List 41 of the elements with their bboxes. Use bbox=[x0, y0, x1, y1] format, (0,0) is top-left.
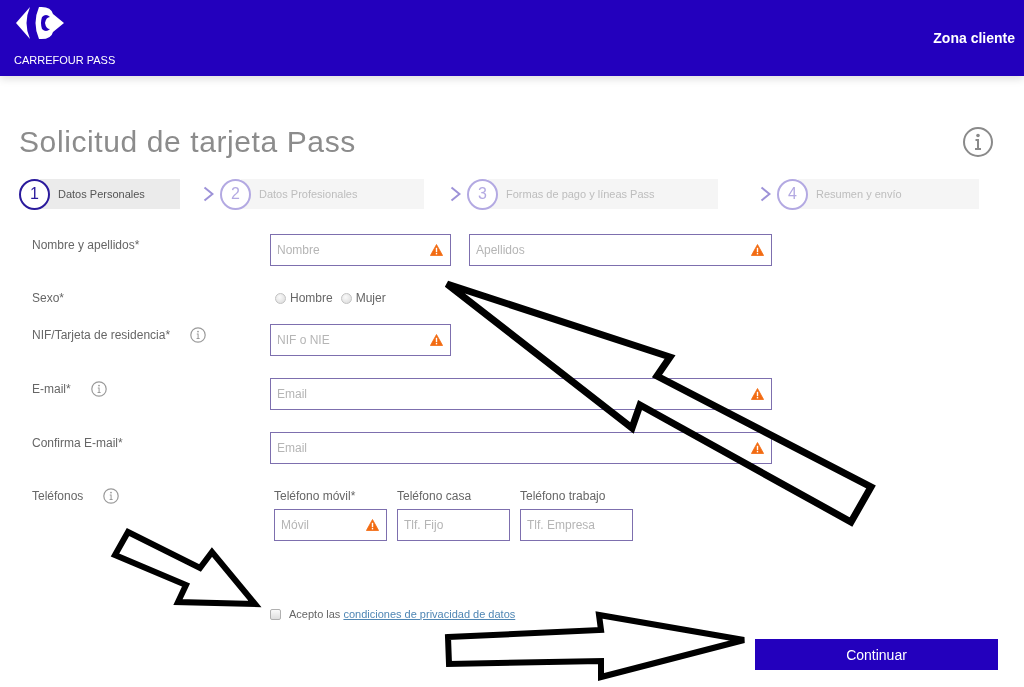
field-label: E-mail* bbox=[32, 381, 71, 397]
page-title: Solicitud de tarjeta Pass bbox=[19, 124, 356, 160]
step-number: 4 bbox=[777, 178, 808, 210]
step-number: 3 bbox=[467, 178, 498, 210]
brand-name: CARREFOUR PASS bbox=[14, 54, 116, 67]
field-label: Sexo* bbox=[32, 290, 65, 306]
step-tab[interactable]: Datos Personales bbox=[40, 179, 180, 209]
field-label: Teléfonos bbox=[32, 488, 84, 504]
chevron-icon bbox=[203, 186, 214, 202]
input-field[interactable]: NIF o NIE bbox=[270, 324, 451, 356]
info-icon[interactable] bbox=[103, 488, 120, 504]
logo-icon[interactable] bbox=[15, 5, 65, 41]
info-icon[interactable] bbox=[190, 327, 207, 343]
input-field[interactable]: Apellidos bbox=[469, 234, 772, 266]
field-label: NIF/Tarjeta de residencia* bbox=[32, 327, 171, 343]
info-icon[interactable] bbox=[90, 381, 107, 397]
input-field[interactable]: Nombre bbox=[270, 234, 451, 266]
input-field[interactable]: Tlf. Fijo bbox=[397, 509, 510, 541]
chevron-icon bbox=[450, 186, 461, 202]
consent-text: Acepto las condiciones de privacidad de datos bbox=[289, 607, 516, 621]
checkbox[interactable] bbox=[270, 608, 281, 620]
input-field[interactable]: Email bbox=[270, 378, 772, 410]
input-field[interactable]: Email bbox=[270, 432, 772, 464]
field-label: Teléfono casa bbox=[397, 488, 473, 504]
chevron-icon bbox=[760, 186, 771, 202]
step-number: 1 bbox=[19, 178, 50, 210]
field-label: Teléfono trabajo bbox=[520, 488, 607, 504]
radio-button[interactable] bbox=[340, 292, 352, 304]
privacy-link[interactable]: condiciones de privacidad de datos bbox=[343, 608, 516, 620]
input-field[interactable]: Tlf. Empresa bbox=[520, 509, 633, 541]
radio-label: Hombre bbox=[290, 290, 333, 306]
field-label: Teléfono móvil* bbox=[274, 488, 357, 504]
info-icon[interactable] bbox=[963, 127, 993, 157]
radio-button[interactable] bbox=[275, 292, 286, 304]
field-label: Nombre y apellidos* bbox=[32, 237, 140, 253]
field-label: Confirma E-mail* bbox=[32, 435, 123, 451]
step-number: 2 bbox=[220, 178, 251, 210]
radio-label: Mujer bbox=[355, 290, 386, 306]
client-area-link[interactable]: Zona cliente bbox=[933, 29, 1015, 47]
continue-button[interactable]: Continuar bbox=[755, 639, 998, 670]
input-field[interactable]: Móvil bbox=[274, 509, 387, 541]
